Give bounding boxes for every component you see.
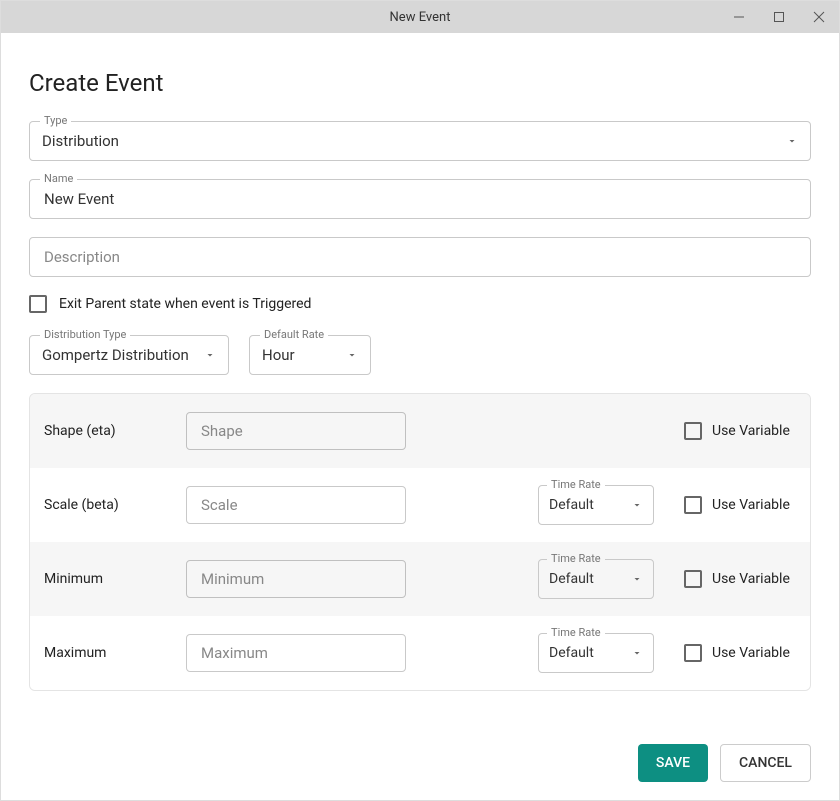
name-input[interactable] bbox=[42, 189, 798, 209]
maximum-input[interactable] bbox=[199, 643, 393, 663]
use-variable-label: Use Variable bbox=[712, 645, 790, 661]
time-rate-value: Default bbox=[549, 497, 594, 513]
table-row: Scale (beta) Time Rate Default Use Varia… bbox=[30, 468, 810, 542]
exit-parent-label: Exit Parent state when event is Triggere… bbox=[59, 296, 311, 312]
table-row: Maximum Time Rate Default Use Variable bbox=[30, 616, 810, 690]
scale-input[interactable] bbox=[199, 495, 393, 515]
save-button[interactable]: SAVE bbox=[638, 744, 708, 782]
minimum-time-rate-select[interactable]: Time Rate Default bbox=[538, 559, 654, 599]
distribution-type-label: Distribution Type bbox=[40, 328, 130, 341]
page-heading: Create Event bbox=[29, 69, 811, 97]
maximum-input-wrapper bbox=[186, 634, 406, 672]
maximum-use-variable-checkbox[interactable] bbox=[684, 644, 702, 662]
use-variable-label: Use Variable bbox=[712, 497, 790, 513]
scale-input-wrapper bbox=[186, 486, 406, 524]
time-rate-value: Default bbox=[549, 645, 594, 661]
exit-parent-checkbox[interactable] bbox=[29, 295, 47, 313]
chevron-down-icon bbox=[631, 570, 643, 589]
maximum-time-rate-select[interactable]: Time Rate Default bbox=[538, 633, 654, 673]
table-row: Shape (eta) Use Variable bbox=[30, 394, 810, 468]
type-label: Type bbox=[40, 114, 71, 127]
chevron-down-icon bbox=[631, 644, 643, 663]
cancel-button[interactable]: CANCEL bbox=[720, 744, 811, 782]
param-label-shape: Shape (eta) bbox=[44, 423, 156, 439]
param-label-scale: Scale (beta) bbox=[44, 497, 156, 513]
time-rate-label: Time Rate bbox=[547, 552, 605, 565]
chevron-down-icon bbox=[631, 496, 643, 515]
description-field[interactable] bbox=[29, 237, 811, 277]
type-select[interactable]: Type Distribution bbox=[29, 121, 811, 161]
default-rate-select[interactable]: Default Rate Hour bbox=[249, 335, 371, 375]
description-input[interactable] bbox=[42, 247, 798, 267]
shape-input[interactable] bbox=[199, 421, 393, 441]
minimize-button[interactable] bbox=[719, 1, 759, 33]
use-variable-label: Use Variable bbox=[712, 423, 790, 439]
time-rate-value: Default bbox=[549, 571, 594, 587]
default-rate-value: Hour bbox=[262, 346, 346, 364]
name-label: Name bbox=[40, 172, 77, 185]
param-label-maximum: Maximum bbox=[44, 645, 156, 661]
name-field[interactable]: Name bbox=[29, 179, 811, 219]
scale-use-variable-checkbox[interactable] bbox=[684, 496, 702, 514]
param-label-minimum: Minimum bbox=[44, 571, 156, 587]
window-title: New Event bbox=[1, 10, 839, 25]
use-variable-label: Use Variable bbox=[712, 571, 790, 587]
distribution-type-value: Gompertz Distribution bbox=[42, 346, 204, 364]
shape-input-wrapper bbox=[186, 412, 406, 450]
time-rate-label: Time Rate bbox=[547, 478, 605, 491]
time-rate-label: Time Rate bbox=[547, 626, 605, 639]
chevron-down-icon bbox=[346, 346, 358, 365]
close-button[interactable] bbox=[799, 1, 839, 33]
type-value: Distribution bbox=[42, 132, 786, 150]
table-row: Minimum Time Rate Default Use Variable bbox=[30, 542, 810, 616]
maximize-button[interactable] bbox=[759, 1, 799, 33]
minimum-input-wrapper bbox=[186, 560, 406, 598]
chevron-down-icon bbox=[204, 346, 216, 365]
minimum-use-variable-checkbox[interactable] bbox=[684, 570, 702, 588]
scale-time-rate-select[interactable]: Time Rate Default bbox=[538, 485, 654, 525]
shape-use-variable-checkbox[interactable] bbox=[684, 422, 702, 440]
default-rate-label: Default Rate bbox=[260, 328, 328, 341]
parameter-table: Shape (eta) Use Variable Scale (beta) bbox=[29, 393, 811, 691]
distribution-type-select[interactable]: Distribution Type Gompertz Distribution bbox=[29, 335, 229, 375]
chevron-down-icon bbox=[786, 132, 798, 151]
minimum-input[interactable] bbox=[199, 569, 393, 589]
